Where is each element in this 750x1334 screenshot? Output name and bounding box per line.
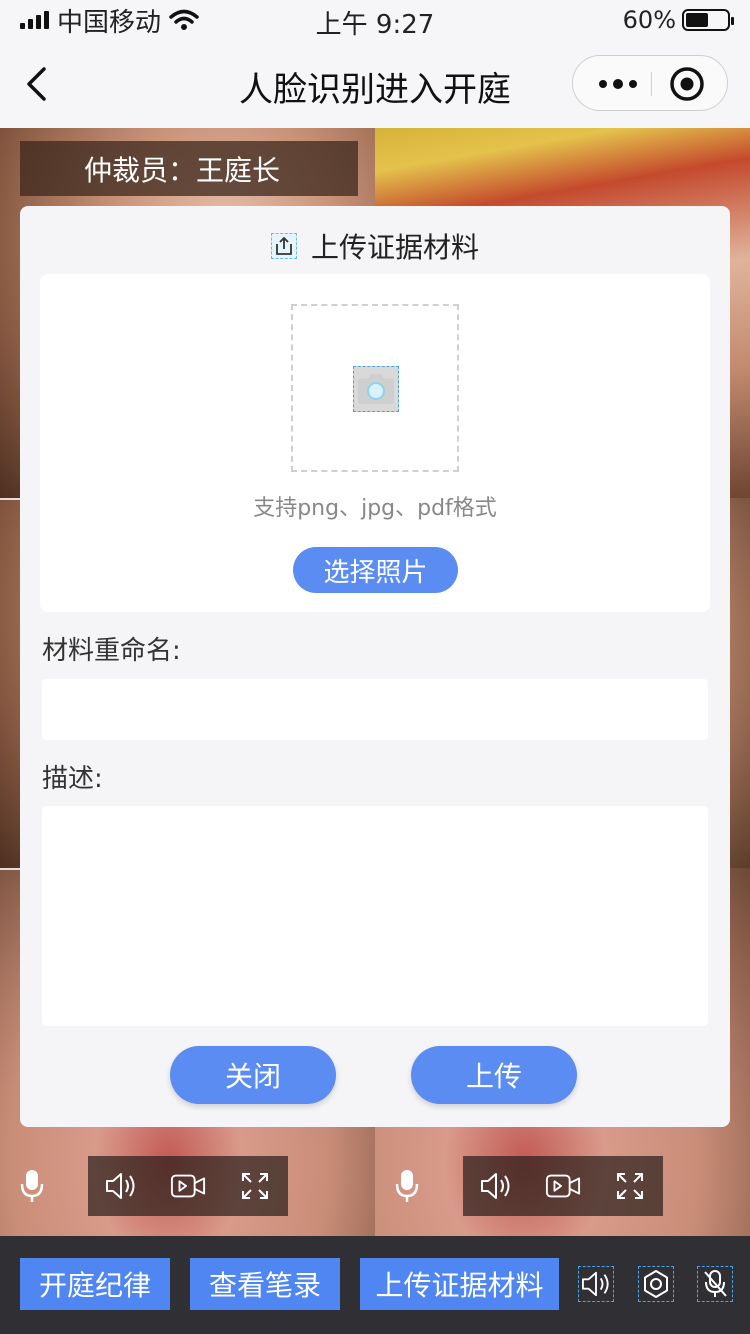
video-camera-icon — [170, 1174, 206, 1198]
capsule-divider — [651, 72, 652, 96]
arbitrator-label: 仲裁员：王庭长 — [20, 141, 358, 196]
speaker-button[interactable] — [478, 1168, 514, 1204]
settings-icon[interactable] — [638, 1266, 674, 1302]
mic-icon[interactable] — [393, 1168, 421, 1204]
mic-off-icon[interactable] — [697, 1266, 733, 1302]
speaker-icon — [481, 1173, 510, 1199]
speaker-icon[interactable] — [578, 1266, 614, 1302]
close-button[interactable]: 关闭 — [170, 1046, 336, 1104]
more-icon — [599, 79, 637, 89]
court-rules-button[interactable]: 开庭纪律 — [20, 1258, 170, 1310]
battery-percent: 60% — [622, 6, 676, 34]
tile-divider — [0, 498, 20, 500]
status-right: 60% — [622, 6, 734, 34]
speaker-button[interactable] — [103, 1168, 139, 1204]
view-notes-button[interactable]: 查看笔录 — [190, 1258, 340, 1310]
nav-bar: 人脸识别进入开庭 — [0, 40, 750, 128]
target-icon[interactable] — [669, 66, 705, 102]
tile-controls — [88, 1156, 288, 1216]
description-label: 描述: — [42, 764, 103, 794]
photo-dropzone[interactable] — [291, 304, 459, 472]
bottom-toolbar: 开庭纪律 查看笔录 上传证据材料 — [0, 1236, 750, 1334]
more-button[interactable] — [593, 56, 643, 112]
upload-evidence-modal: 上传证据材料 支持png、jpg、pdf格式 选择照片 材料重命名: 描述: 关… — [20, 206, 730, 1127]
camera-button[interactable] — [170, 1168, 206, 1204]
speaker-icon — [106, 1173, 135, 1199]
mini-program-capsule — [572, 55, 728, 111]
description-input[interactable] — [42, 806, 708, 1026]
video-camera-icon — [545, 1174, 581, 1198]
camera-icon — [353, 366, 399, 412]
rename-input[interactable] — [42, 679, 708, 740]
fullscreen-button[interactable] — [237, 1168, 273, 1204]
status-bar: 中国移动 上午 9:27 60% — [0, 0, 750, 40]
modal-title: 上传证据材料 — [310, 231, 479, 264]
modal-header: 上传证据材料 — [20, 224, 730, 268]
choose-photo-button[interactable]: 选择照片 — [293, 547, 458, 593]
fullscreen-icon — [241, 1173, 268, 1199]
tile-controls — [463, 1156, 663, 1216]
upload-card: 支持png、jpg、pdf格式 选择照片 — [40, 274, 710, 612]
upload-button[interactable]: 上传 — [411, 1046, 577, 1104]
battery-icon — [682, 9, 734, 31]
tile-divider — [0, 868, 20, 870]
upload-evidence-button[interactable]: 上传证据材料 — [360, 1258, 559, 1310]
fullscreen-button[interactable] — [612, 1168, 648, 1204]
upload-icon — [270, 233, 297, 259]
fullscreen-icon — [616, 1173, 643, 1199]
formats-hint: 支持png、jpg、pdf格式 — [253, 496, 497, 521]
rename-label: 材料重命名: — [42, 636, 181, 666]
mic-icon[interactable] — [18, 1168, 46, 1204]
camera-button[interactable] — [545, 1168, 581, 1204]
